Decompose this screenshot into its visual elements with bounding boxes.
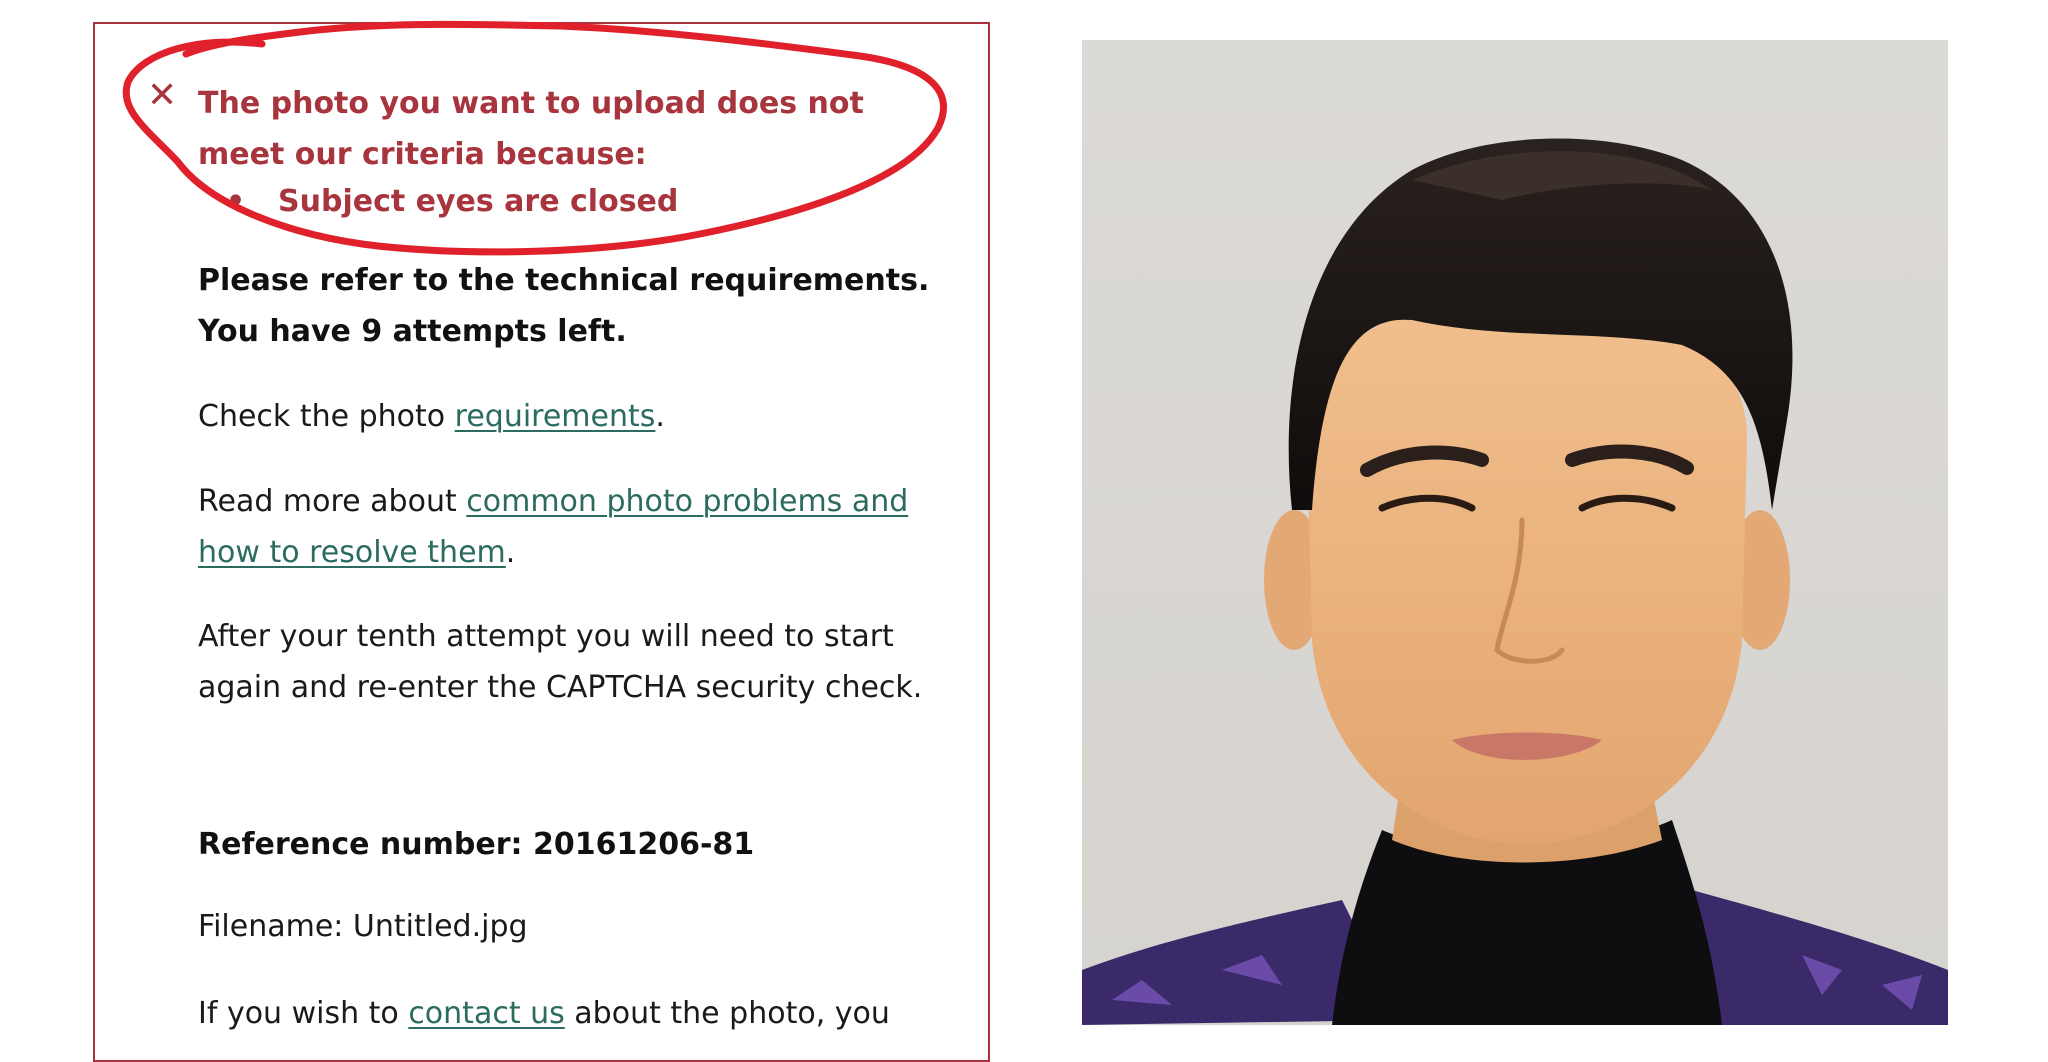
filename: Filename: Untitled.jpg bbox=[198, 909, 528, 944]
attempts-left: You have 9 attempts left. bbox=[198, 314, 627, 349]
check-suffix: . bbox=[655, 399, 665, 434]
contact-suffix: about the photo, you bbox=[564, 996, 890, 1031]
requirements-link[interactable]: requirements bbox=[455, 399, 656, 434]
uploaded-portrait-photo bbox=[1082, 40, 1948, 1025]
close-icon: ✕ bbox=[147, 75, 178, 116]
contact-us-link[interactable]: contact us bbox=[408, 996, 564, 1031]
error-reasons-list: Subject eyes are closed bbox=[198, 176, 678, 227]
reference-number: Reference number: 20161206-81 bbox=[198, 827, 755, 862]
contact-prefix: If you wish to bbox=[198, 996, 409, 1031]
read-more-line: Read more about common photo problems an… bbox=[198, 476, 938, 578]
check-requirements-line: Check the photo requirements. bbox=[198, 391, 665, 442]
check-prefix: Check the photo bbox=[198, 399, 455, 434]
photo-error-panel: ✕ The photo you want to upload does not … bbox=[93, 22, 990, 1062]
error-reason-item: Subject eyes are closed bbox=[198, 176, 678, 227]
read-prefix: Read more about bbox=[198, 484, 467, 519]
error-headline: The photo you want to upload does not me… bbox=[198, 86, 864, 172]
tenth-attempt-note: After your tenth attempt you will need t… bbox=[198, 619, 923, 705]
contact-line: If you wish to contact us about the phot… bbox=[198, 988, 978, 1039]
read-suffix: . bbox=[505, 535, 516, 570]
technical-requirements-note: Please refer to the technical requiremen… bbox=[198, 263, 930, 298]
